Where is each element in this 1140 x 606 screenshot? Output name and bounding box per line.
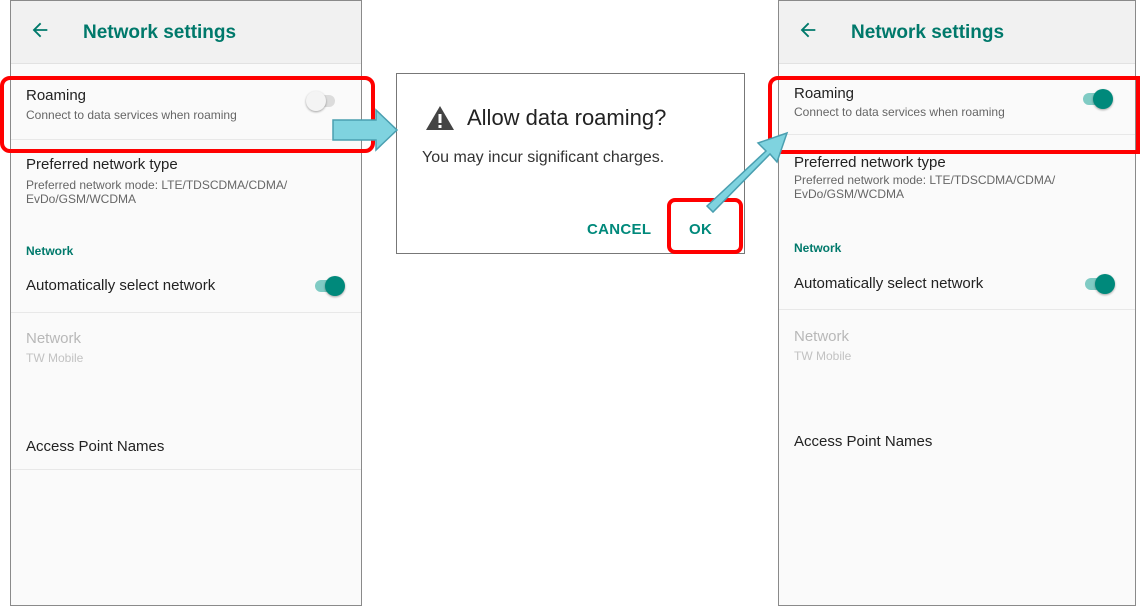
apn-title: Access Point Names (794, 433, 933, 450)
preferred-network-subtitle-1: Preferred network mode: LTE/TDSCDMA/CDMA… (26, 178, 288, 192)
preferred-network-title: Preferred network type (794, 154, 946, 171)
warning-icon (426, 106, 454, 130)
roaming-highlight-before (0, 76, 375, 153)
back-arrow-icon[interactable] (797, 19, 819, 41)
network-subtitle: TW Mobile (794, 349, 852, 363)
dialog-message: You may incur significant charges. (422, 149, 665, 166)
page-title: Network settings (851, 22, 1005, 43)
preferred-network-row[interactable]: Preferred network type Preferred network… (11, 140, 361, 230)
auto-select-toggle[interactable] (313, 276, 345, 296)
toggle-thumb (325, 276, 345, 296)
section-header-network: Network (794, 241, 842, 255)
network-subtitle: TW Mobile (26, 351, 84, 365)
apn-row[interactable]: Access Point Names (11, 414, 361, 470)
preferred-network-subtitle-2: EvDo/GSM/WCDMA (794, 187, 905, 201)
auto-select-title: Automatically select network (794, 275, 984, 292)
auto-select-network-row[interactable]: Automatically select network (779, 257, 1135, 310)
ok-button-highlight (667, 198, 743, 254)
back-arrow-icon[interactable] (29, 19, 51, 41)
auto-select-title: Automatically select network (26, 277, 216, 294)
apn-title: Access Point Names (26, 438, 165, 455)
cancel-button[interactable]: CANCEL (587, 221, 651, 238)
network-row: Network TW Mobile (779, 310, 1135, 410)
app-bar: Network settings (11, 1, 361, 64)
preferred-network-subtitle-2: EvDo/GSM/WCDMA (26, 192, 137, 206)
network-row: Network TW Mobile (11, 313, 361, 413)
preferred-network-title: Preferred network type (26, 156, 178, 173)
page-title: Network settings (83, 22, 237, 43)
section-header-network: Network (26, 244, 74, 258)
apn-row[interactable]: Access Point Names (779, 411, 1135, 466)
network-title: Network (26, 330, 82, 347)
auto-select-toggle[interactable] (1083, 274, 1115, 294)
preferred-network-subtitle-1: Preferred network mode: LTE/TDSCDMA/CDMA… (794, 173, 1056, 187)
auto-select-network-row[interactable]: Automatically select network (11, 261, 361, 313)
network-title: Network (794, 328, 850, 345)
dialog-title: Allow data roaming? (467, 105, 667, 130)
toggle-thumb (1095, 274, 1115, 294)
app-bar: Network settings (779, 1, 1135, 64)
roaming-highlight-after (768, 76, 1140, 154)
